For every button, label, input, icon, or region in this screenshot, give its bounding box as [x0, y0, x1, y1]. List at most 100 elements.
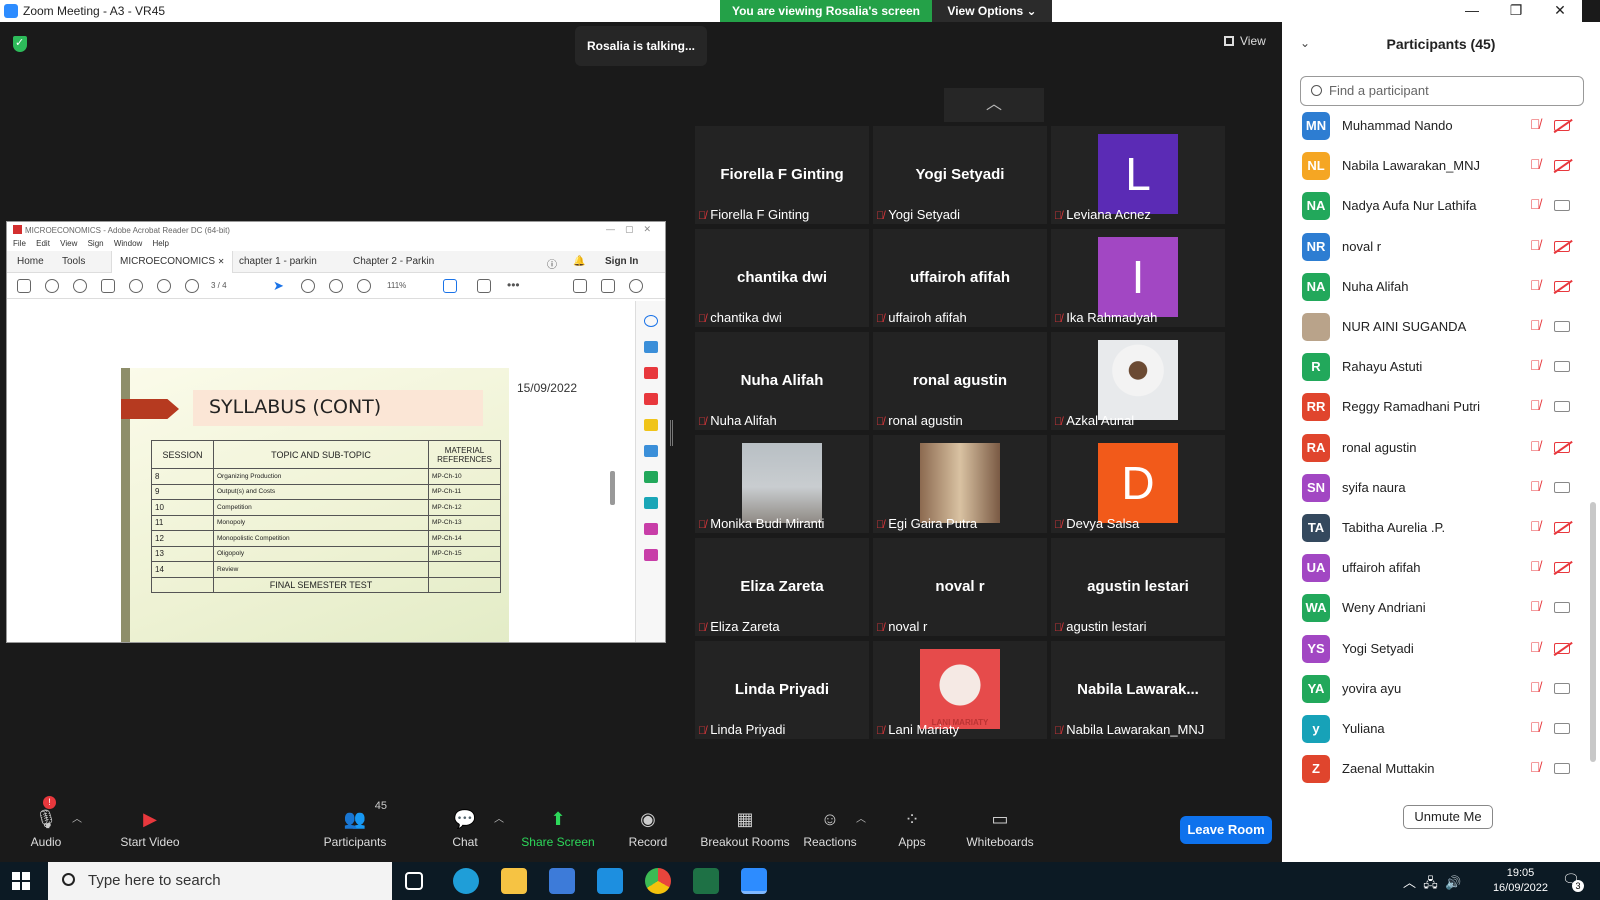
apps-button[interactable]: ⁘ Apps [862, 800, 962, 862]
tab-chapter1[interactable]: chapter 1 - parkin [239, 256, 317, 267]
menu-help[interactable]: Help [153, 239, 169, 248]
maximize-icon[interactable]: ❐ [1494, 0, 1538, 22]
zoom-taskbar-icon[interactable] [741, 868, 767, 894]
muted-mic-icon[interactable]: 🎙̸ [1530, 156, 1541, 172]
video-camera-icon[interactable] [1554, 602, 1570, 614]
record-button[interactable]: ◉ Record [598, 800, 698, 862]
windows-start-icon[interactable] [12, 872, 30, 890]
zoom-out-icon[interactable] [329, 279, 343, 293]
participant-row[interactable]: NR noval r 🎙̸ [1302, 227, 1582, 267]
protect-icon[interactable] [643, 497, 658, 509]
chrome-icon[interactable] [645, 868, 671, 894]
scroll-mode-icon[interactable] [477, 279, 491, 293]
create-pdf-icon[interactable] [643, 393, 658, 405]
video-tile[interactable]: 🎙̸ Monika Budi Miranti [695, 435, 869, 533]
video-off-icon[interactable] [1554, 120, 1570, 131]
video-tile[interactable]: D 🎙̸ Devya Salsa [1051, 435, 1225, 533]
pdf-scrollbar[interactable] [610, 471, 615, 505]
taskbar-search-input[interactable]: Type here to search [48, 862, 392, 900]
video-off-icon[interactable] [1554, 240, 1570, 252]
tab-tools[interactable]: Tools [62, 256, 85, 267]
participant-row[interactable]: YS Yogi Setyadi 🎙̸ [1302, 629, 1582, 669]
print-icon[interactable] [101, 279, 115, 293]
tab-close-icon[interactable]: ✕ [218, 257, 225, 266]
edge-icon[interactable] [453, 868, 479, 894]
participant-row[interactable]: y Yuliana 🎙̸ [1302, 709, 1582, 749]
muted-mic-icon[interactable]: 🎙̸ [1530, 116, 1541, 132]
muted-mic-icon[interactable]: 🎙̸ [1530, 598, 1541, 614]
participant-list-scrollbar[interactable] [1590, 502, 1596, 762]
muted-mic-icon[interactable]: 🎙̸ [1530, 438, 1541, 454]
audio-options-caret[interactable]: ︿ [72, 810, 82, 825]
participant-search-input[interactable]: Find a participant [1300, 76, 1584, 106]
bell-icon[interactable]: 🔔 [573, 256, 585, 267]
shared-screen-acrobat[interactable]: MICROECONOMICS - Adobe Acrobat Reader DC… [6, 221, 666, 643]
close-icon[interactable]: ✕ [1538, 0, 1582, 22]
participant-row[interactable]: RR Reggy Ramadhani Putri 🎙̸ [1302, 387, 1582, 427]
video-camera-icon[interactable] [1554, 481, 1570, 493]
participant-row[interactable]: NUR AINI SUGANDA 🎙̸ [1302, 307, 1582, 347]
help-icon[interactable]: ⓘ [547, 256, 557, 271]
page-up-icon[interactable] [157, 279, 171, 293]
video-tile[interactable]: I 🎙̸ Ika Rahmadyah [1051, 229, 1225, 327]
more-icon[interactable]: ••• [507, 278, 520, 292]
participant-row[interactable]: UA uffairoh afifah 🎙̸ [1302, 548, 1582, 588]
participants-button[interactable]: 👥 Participants 45 [305, 800, 405, 862]
excel-icon[interactable] [693, 868, 719, 894]
leave-room-button[interactable]: Leave Room [1180, 816, 1272, 844]
participant-row[interactable]: MN Muhammad Nando 🎙̸ [1302, 106, 1582, 146]
view-button[interactable]: View [1224, 34, 1266, 48]
view-options-button[interactable]: View Options ⌄ [932, 0, 1052, 22]
more-tools-icon[interactable] [643, 549, 658, 561]
video-tile[interactable]: noval r 🎙̸ noval r [873, 538, 1047, 636]
pdf-page[interactable]: 15/09/2022 SYLLABUS (CONT) SESSION TOPIC… [19, 301, 617, 642]
muted-mic-icon[interactable]: 🎙̸ [1530, 679, 1541, 695]
video-camera-icon[interactable] [1554, 763, 1570, 775]
menu-view[interactable]: View [60, 239, 77, 248]
video-tile[interactable]: agustin lestari 🎙̸ agustin lestari [1051, 538, 1225, 636]
tab-chapter2[interactable]: Chapter 2 - Parkin [353, 256, 434, 267]
muted-mic-icon[interactable]: 🎙̸ [1530, 759, 1541, 775]
zoom-search-icon[interactable] [129, 279, 143, 293]
video-tile[interactable]: LANI MARIATY 🎙̸ Lani Mariaty [873, 641, 1047, 739]
fill-sign-icon[interactable] [643, 523, 658, 535]
video-camera-icon[interactable] [1554, 401, 1570, 413]
video-tile[interactable]: Nuha Alifah 🎙̸ Nuha Alifah [695, 332, 869, 430]
muted-mic-icon[interactable]: 🎙̸ [1530, 317, 1541, 333]
save-icon[interactable] [17, 279, 31, 293]
participant-row[interactable]: Z Zaenal Muttakin 🎙̸ [1302, 749, 1582, 789]
muted-mic-icon[interactable]: 🎙̸ [1530, 719, 1541, 735]
menu-edit[interactable]: Edit [36, 239, 50, 248]
muted-mic-icon[interactable]: 🎙̸ [1530, 518, 1541, 534]
comment-icon[interactable] [643, 419, 658, 431]
participant-row[interactable]: NL Nabila Lawarakan_MNJ 🎙̸ [1302, 146, 1582, 186]
muted-mic-icon[interactable]: 🎙̸ [1530, 397, 1541, 413]
task-view-icon[interactable] [405, 872, 423, 890]
menu-window[interactable]: Window [114, 239, 142, 248]
start-video-button[interactable]: ▶ Start Video [85, 800, 215, 862]
participant-row[interactable]: YA yovira ayu 🎙̸ [1302, 669, 1582, 709]
mail-icon[interactable] [597, 868, 623, 894]
search-icon[interactable] [643, 315, 658, 327]
video-camera-icon[interactable] [1554, 682, 1570, 694]
video-off-icon[interactable] [1554, 160, 1570, 172]
page-indicator[interactable]: 3 / 4 [211, 281, 227, 290]
video-tile[interactable]: L 🎙̸ Leviana Acnez [1051, 126, 1225, 224]
video-camera-icon[interactable] [1554, 200, 1570, 212]
account-icon[interactable] [629, 279, 643, 293]
muted-mic-icon[interactable]: 🎙̸ [1530, 639, 1541, 655]
share-screen-button[interactable]: ⬆ Share Screen [508, 800, 608, 862]
zoom-level[interactable]: 111% [387, 281, 406, 290]
sign-pen-icon[interactable] [573, 279, 587, 293]
participant-row[interactable]: NA Nadya Aufa Nur Lathifa 🎙̸ [1302, 186, 1582, 226]
minimize-icon[interactable]: — [1450, 0, 1494, 22]
file-explorer-icon[interactable] [501, 868, 527, 894]
combine-files-icon[interactable] [643, 445, 658, 457]
video-camera-icon[interactable] [1554, 321, 1570, 332]
video-camera-icon[interactable] [1554, 723, 1570, 734]
muted-mic-icon[interactable]: 🎙̸ [1530, 277, 1541, 293]
participant-row[interactable]: R Rahayu Astuti 🎙̸ [1302, 347, 1582, 387]
muted-mic-icon[interactable]: 🎙̸ [1530, 237, 1541, 253]
video-tile[interactable]: Eliza Zareta 🎙̸ Eliza Zareta [695, 538, 869, 636]
video-off-icon[interactable] [1554, 562, 1570, 574]
